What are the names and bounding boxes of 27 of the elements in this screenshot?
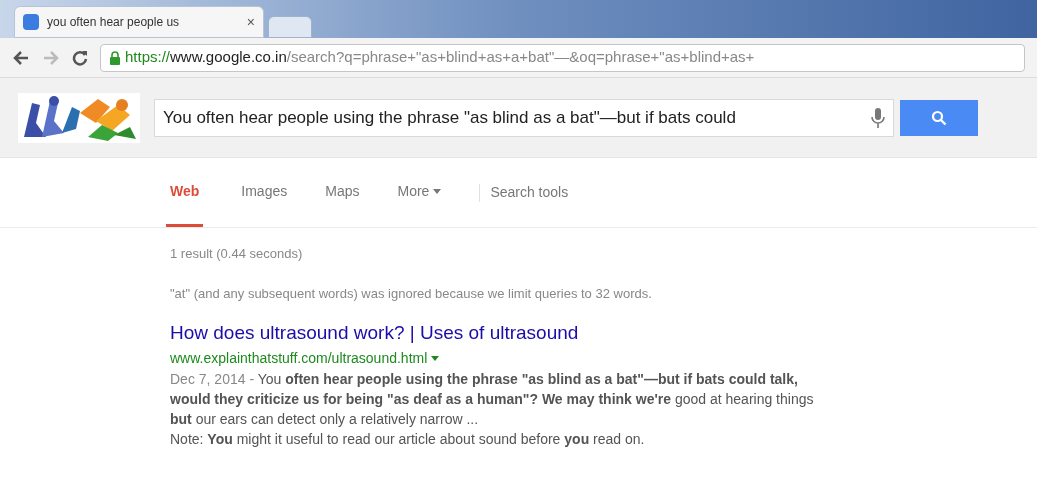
lock-icon xyxy=(109,50,121,65)
microphone-icon[interactable] xyxy=(871,106,885,129)
nav-tab[interactable]: Images xyxy=(241,158,288,227)
search-button[interactable] xyxy=(900,99,978,136)
favicon-icon xyxy=(23,14,39,30)
search-tools-button[interactable]: Search tools xyxy=(490,182,569,203)
result-stats: 1 result (0.44 seconds) xyxy=(170,245,304,263)
result-url: www.explainthatstuff.com/ultrasound.html xyxy=(170,348,428,368)
tab-close-button[interactable]: × xyxy=(246,11,255,33)
nav-tab[interactable]: Web xyxy=(166,158,204,227)
result-title-link[interactable]: How does ultrasound work? | Uses of ultrasound xyxy=(170,319,830,348)
search-field[interactable]: You often hear people using the phrase "as blind as a bat"—but if bats could xyxy=(154,98,894,137)
address-url: https://www.google.co.in/search?q=phrase+"as+blind+as+a+bat"—&oq=phrase+"as+blind+as+ xyxy=(125,47,755,68)
caret-icon[interactable] xyxy=(431,355,440,361)
doodle-logo[interactable] xyxy=(18,92,140,143)
result-snippet: Dec 7, 2014 - You often hear people using the phrase "as blind as a bat"—but if bats could talk, would they criticize us for being "as deaf as a human"? We may think we're good at hearing things but our ears can detect only a relatively narrow ... xyxy=(170,369,815,429)
search-icon xyxy=(931,109,947,126)
result-note: Note: You might it useful to read our article about sound before you read on. xyxy=(170,429,646,449)
back-icon[interactable] xyxy=(12,49,30,66)
nav-tab[interactable]: Maps xyxy=(325,158,360,227)
address-field[interactable]: https://www.google.co.in/search?q=phrase+"as+blind+as+a+bat"—&oq=phrase+"as+blind+as+ xyxy=(100,43,1025,72)
nav-tab[interactable]: More xyxy=(397,158,442,227)
search-query: You often hear people using the phrase "as blind as a bat"—but if bats could xyxy=(163,106,737,129)
browser-tab[interactable]: you often hear people us × xyxy=(14,6,264,38)
tab-title: you often hear people us xyxy=(47,14,180,31)
reload-icon[interactable] xyxy=(72,49,88,66)
query-notice: "at" (and any subsequent words) was ignored because we limit queries to 32 words. xyxy=(170,284,653,303)
